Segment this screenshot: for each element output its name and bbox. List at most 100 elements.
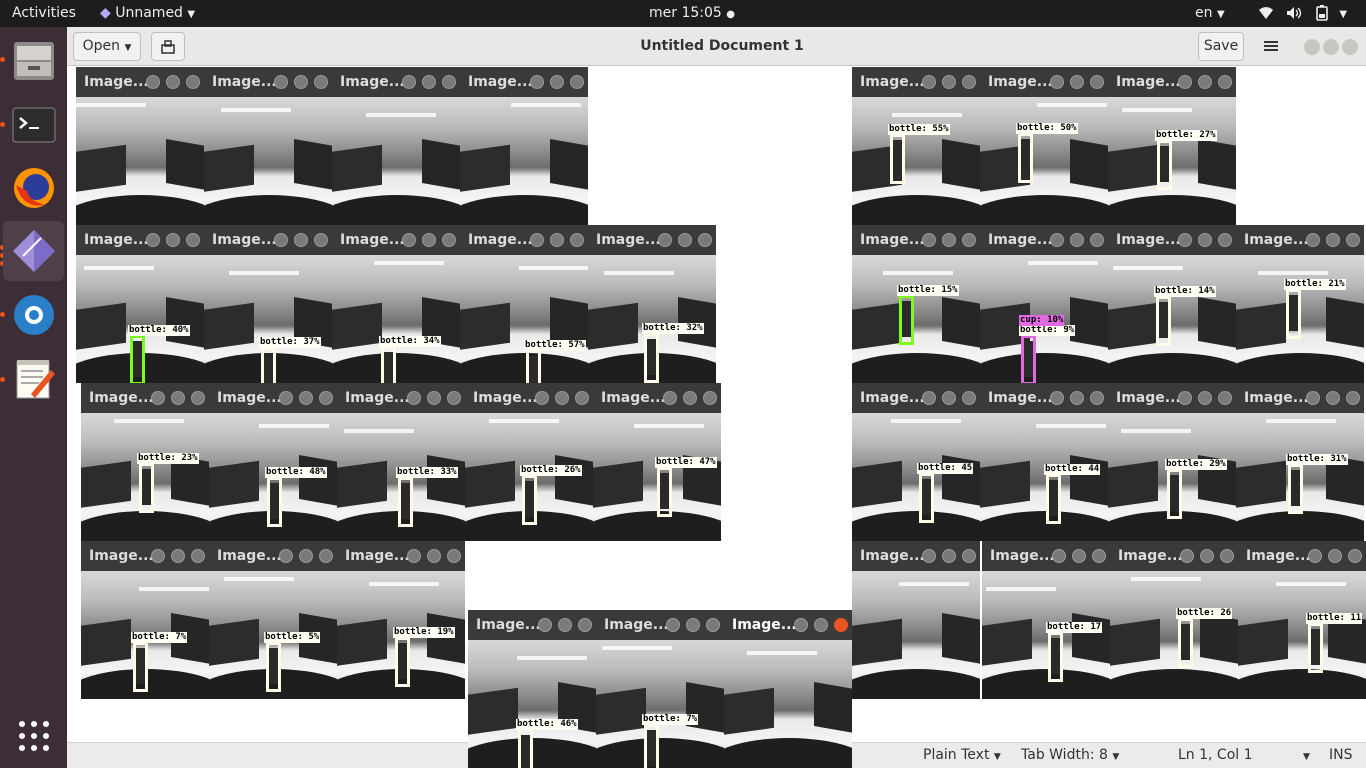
- image-window-titlebar[interactable]: Image...: [1236, 225, 1364, 255]
- image-window-titlebar[interactable]: Image...: [332, 225, 460, 255]
- maximize-window-button[interactable]: [1198, 391, 1212, 405]
- close-window-button[interactable]: [575, 391, 589, 405]
- maximize-window-button[interactable]: [555, 391, 569, 405]
- close-window-button[interactable]: [1218, 75, 1232, 89]
- maximize-window-button[interactable]: [942, 233, 956, 247]
- dock-firefox[interactable]: [3, 158, 64, 218]
- image-window[interactable]: Image... bottle: 26%: [465, 383, 593, 541]
- maximize-window-button[interactable]: [422, 233, 436, 247]
- close-button[interactable]: [1342, 39, 1358, 55]
- image-window[interactable]: Image... bottle: 31%: [1236, 383, 1364, 541]
- clock[interactable]: mer 15:05 ●: [649, 0, 735, 27]
- close-window-button[interactable]: [186, 233, 200, 247]
- image-window-titlebar[interactable]: Image...: [204, 67, 332, 97]
- close-window-button[interactable]: [319, 391, 333, 405]
- close-window-button[interactable]: [962, 233, 976, 247]
- minimize-window-button[interactable]: [402, 233, 416, 247]
- image-window-titlebar[interactable]: Image...: [337, 541, 465, 571]
- image-window-titlebar[interactable]: Image...: [209, 383, 337, 413]
- minimize-window-button[interactable]: [151, 391, 165, 405]
- show-applications-button[interactable]: [3, 707, 64, 767]
- image-window-titlebar[interactable]: Image...: [1236, 383, 1364, 413]
- close-window-button[interactable]: [570, 75, 584, 89]
- image-window-titlebar[interactable]: Image...: [588, 225, 716, 255]
- minimize-window-button[interactable]: [666, 618, 680, 632]
- maximize-window-button[interactable]: [1198, 75, 1212, 89]
- image-window[interactable]: Image... bottle: 27%: [1108, 67, 1236, 225]
- maximize-window-button[interactable]: [299, 549, 313, 563]
- minimize-window-button[interactable]: [274, 75, 288, 89]
- image-window-titlebar[interactable]: Image...: [337, 383, 465, 413]
- minimize-window-button[interactable]: [922, 233, 936, 247]
- minimize-window-button[interactable]: [1050, 75, 1064, 89]
- image-window[interactable]: Image... bottle: 55%: [852, 67, 980, 225]
- close-window-button[interactable]: [1090, 75, 1104, 89]
- dock-text-editor[interactable]: [3, 349, 64, 409]
- maximize-window-button[interactable]: [1326, 391, 1340, 405]
- image-window[interactable]: Image... bottle: 8%: [76, 67, 204, 225]
- image-window-titlebar[interactable]: Image...: [204, 225, 332, 255]
- image-window[interactable]: Image... bottle: 29%: [1108, 383, 1236, 541]
- maximize-window-button[interactable]: [1200, 549, 1214, 563]
- image-window[interactable]: Image... bottle: 50%: [980, 67, 1108, 225]
- maximize-window-button[interactable]: [942, 391, 956, 405]
- minimize-window-button[interactable]: [922, 391, 936, 405]
- close-window-button[interactable]: [442, 233, 456, 247]
- image-window[interactable]: Image... bottle: 6%: [204, 67, 332, 225]
- image-window[interactable]: Image... bottle: 48%: [209, 383, 337, 541]
- image-window-titlebar[interactable]: Image...: [76, 67, 204, 97]
- maximize-window-button[interactable]: [1072, 549, 1086, 563]
- image-window[interactable]: Image... bottle: 15%: [852, 225, 980, 383]
- close-window-button[interactable]: [578, 618, 592, 632]
- minimize-window-button[interactable]: [1308, 549, 1322, 563]
- close-window-button[interactable]: [314, 233, 328, 247]
- close-window-button[interactable]: [698, 233, 712, 247]
- close-window-button[interactable]: [191, 549, 205, 563]
- image-window-titlebar[interactable]: Image...: [209, 541, 337, 571]
- maximize-window-button[interactable]: [683, 391, 697, 405]
- image-window[interactable]: Image... bottle: 7%: [596, 610, 724, 768]
- image-window-titlebar[interactable]: Image...: [593, 383, 721, 413]
- minimize-window-button[interactable]: [1052, 549, 1066, 563]
- image-window-titlebar[interactable]: Image...: [81, 383, 209, 413]
- image-window[interactable]: Image... bottle: 50%: [332, 67, 460, 225]
- activities-button[interactable]: Activities: [12, 0, 76, 27]
- image-window[interactable]: Image... bottle: 37%: [204, 225, 332, 383]
- maximize-window-button[interactable]: [427, 549, 441, 563]
- minimize-window-button[interactable]: [530, 233, 544, 247]
- close-window-button[interactable]: [319, 549, 333, 563]
- close-window-button[interactable]: [1090, 391, 1104, 405]
- minimize-window-button[interactable]: [538, 618, 552, 632]
- minimize-window-button[interactable]: [530, 75, 544, 89]
- minimize-window-button[interactable]: [407, 391, 421, 405]
- close-window-button[interactable]: [962, 391, 976, 405]
- app-menu[interactable]: ◆ Unnamed ▼: [100, 0, 195, 27]
- close-window-button[interactable]: [442, 75, 456, 89]
- dock-terminal[interactable]: [3, 95, 64, 155]
- new-tab-button[interactable]: [151, 32, 185, 61]
- image-window-titlebar[interactable]: Image...: [596, 610, 724, 640]
- image-window-titlebar[interactable]: Image...: [724, 610, 852, 640]
- maximize-window-button[interactable]: [166, 233, 180, 247]
- image-window-titlebar[interactable]: Image...: [1238, 541, 1366, 571]
- maximize-window-button[interactable]: [1070, 75, 1084, 89]
- image-window[interactable]: Image...: [724, 610, 852, 768]
- maximize-window-button[interactable]: [1070, 233, 1084, 247]
- minimize-window-button[interactable]: [146, 233, 160, 247]
- close-window-button[interactable]: [191, 391, 205, 405]
- close-window-button[interactable]: [314, 75, 328, 89]
- maximize-window-button[interactable]: [427, 391, 441, 405]
- image-window[interactable]: Image... bottle: 26: [1110, 541, 1238, 699]
- close-window-button[interactable]: [1218, 391, 1232, 405]
- minimize-window-button[interactable]: [279, 549, 293, 563]
- minimize-window-button[interactable]: [1178, 391, 1192, 405]
- image-window-titlebar[interactable]: Image...: [852, 383, 980, 413]
- close-window-button[interactable]: [962, 75, 976, 89]
- close-window-button[interactable]: [703, 391, 717, 405]
- image-window-titlebar[interactable]: Image...: [460, 225, 588, 255]
- minimize-window-button[interactable]: [1306, 233, 1320, 247]
- image-window-titlebar[interactable]: Image...: [980, 225, 1108, 255]
- maximize-window-button[interactable]: [294, 75, 308, 89]
- image-window-titlebar[interactable]: Image...: [852, 67, 980, 97]
- image-window[interactable]: Image... bottle: 9% cup: 10%: [980, 225, 1108, 383]
